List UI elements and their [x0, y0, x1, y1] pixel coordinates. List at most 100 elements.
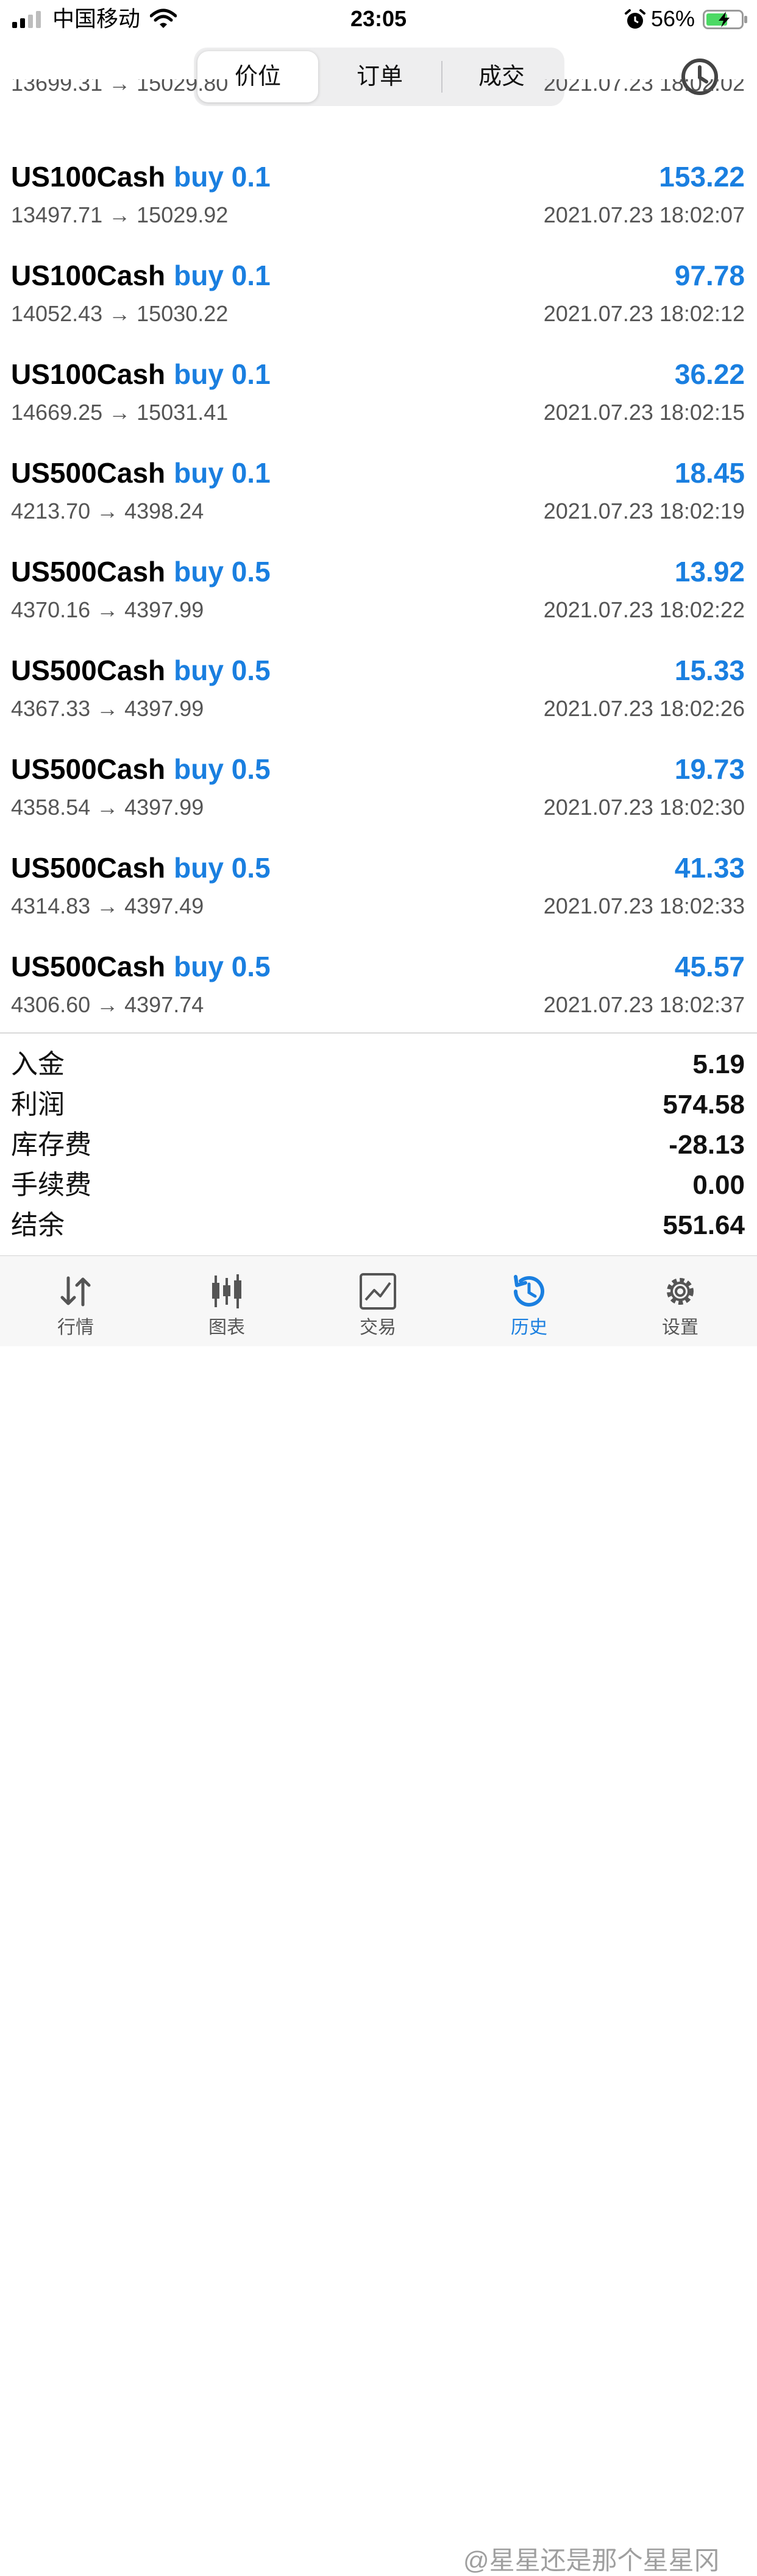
trade-profit: 45.57	[674, 951, 745, 982]
trade-title: US100Cash buy 0.1	[11, 160, 271, 194]
tab-trade[interactable]: 交易	[302, 1256, 453, 1346]
tab-label: 交易	[360, 1318, 396, 1338]
trade-action: buy 0.5	[174, 655, 271, 686]
trade-title: US500Cash buy 0.5	[11, 949, 271, 984]
trade-prices: 13699.31 → 15029.80	[11, 79, 229, 96]
trade-profit: 41.33	[674, 852, 745, 884]
status-bar: 中国移动 23:05 56%	[0, 0, 757, 38]
tab-history[interactable]: 历史	[453, 1256, 605, 1346]
trade-profit: 97.78	[674, 260, 745, 291]
trade-action: buy 0.1	[174, 260, 271, 291]
tab-label: 行情	[57, 1318, 94, 1338]
summary-row-deposit: 入金 5.19	[0, 1045, 757, 1085]
trade-symbol: US500Cash	[11, 852, 166, 884]
line-chart-icon	[360, 1273, 396, 1310]
trade-title: US500Cash buy 0.5	[11, 752, 271, 786]
tab-label: 设置	[662, 1318, 698, 1338]
trade-row[interactable]: US500Cash buy 0.5 19.73 4358.54 → 4397.99…	[0, 752, 757, 851]
list-divider	[0, 1032, 757, 1034]
trade-symbol: US100Cash	[11, 161, 166, 193]
trade-row[interactable]: US100Cash buy 0.1 36.22 14669.25 → 15031.…	[0, 357, 757, 456]
trade-prices: 4213.70 → 4398.24	[11, 499, 204, 523]
trade-title: US100Cash buy 0.1	[11, 258, 271, 293]
trade-symbol: US100Cash	[11, 260, 166, 291]
trade-time: 2021.07.23 18:02:22	[543, 597, 745, 622]
summary-row-balance: 结余 551.64	[0, 1205, 757, 1246]
trade-action: buy 0.1	[174, 161, 271, 193]
summary-row-profit: 利润 574.58	[0, 1085, 757, 1125]
trade-prices: 4370.16 → 4397.99	[11, 597, 204, 622]
history-clock-icon	[514, 1275, 544, 1307]
trade-prices: 13497.71 → 15029.92	[11, 202, 229, 227]
battery-charging-icon	[703, 10, 747, 29]
summary-label: 手续费	[11, 1170, 91, 1200]
arrows-updown-icon	[60, 1276, 91, 1307]
trade-profit: 13.92	[674, 556, 745, 587]
battery-percent: 56%	[651, 6, 695, 31]
summary-label: 库存费	[11, 1130, 91, 1160]
trade-time: 2021.07.23 18:02:26	[543, 696, 745, 721]
trade-action: buy 0.1	[174, 457, 271, 489]
summary-label: 利润	[11, 1090, 65, 1119]
trade-symbol: US500Cash	[11, 556, 166, 587]
trade-row[interactable]: US500Cash buy 0.1 18.45 4213.70 → 4398.24…	[0, 456, 757, 555]
alarm-clock-icon	[625, 9, 645, 29]
trade-title: US100Cash buy 0.1	[11, 357, 271, 391]
trade-symbol: US500Cash	[11, 457, 166, 489]
summary-row-commission: 手续费 0.00	[0, 1165, 757, 1205]
trade-time: 2021.07.23 18:02:37	[543, 992, 745, 1017]
summary-value: 551.64	[663, 1210, 745, 1240]
gear-icon	[667, 1278, 694, 1305]
candlestick-icon	[212, 1274, 241, 1308]
tab-charts[interactable]: 图表	[151, 1256, 302, 1346]
trade-time: 2021.07.23 18:02:19	[543, 499, 745, 523]
trade-symbol: US500Cash	[11, 753, 166, 785]
trade-action: buy 0.5	[174, 951, 271, 982]
trade-action: buy 0.5	[174, 753, 271, 785]
trade-prices: 14669.25 → 15031.41	[11, 400, 229, 425]
trade-row[interactable]: US500Cash buy 0.5 41.33 4314.83 → 4397.49…	[0, 851, 757, 949]
summary-row-swap: 库存费 -28.13	[0, 1125, 757, 1165]
tab-label: 历史	[511, 1318, 547, 1338]
trade-profit: 19.73	[674, 753, 745, 785]
trade-time: 2021.07.23 18:02:02	[543, 79, 745, 96]
trade-title: US500Cash buy 0.5	[11, 653, 271, 687]
trade-prices: 4314.83 → 4397.49	[11, 893, 204, 918]
trade-row-partial[interactable]: 13699.31 → 15029.80 2021.07.23 18:02:02	[0, 79, 757, 150]
watermark-text: @星星还是那个星星冈	[463, 2546, 720, 2575]
trade-action: buy 0.5	[174, 852, 271, 884]
trade-row[interactable]: US500Cash buy 0.5 45.57 4306.60 → 4397.74…	[0, 949, 757, 1033]
summary-value: 5.19	[692, 1049, 745, 1079]
trade-row[interactable]: US100Cash buy 0.1 97.78 14052.43 → 15030.…	[0, 258, 757, 357]
trade-symbol: US500Cash	[11, 951, 166, 982]
trade-prices: 4358.54 → 4397.99	[11, 795, 204, 820]
trade-symbol: US100Cash	[11, 358, 166, 390]
trade-row[interactable]: US500Cash buy 0.5 13.92 4370.16 → 4397.99…	[0, 555, 757, 653]
trade-title: US500Cash buy 0.1	[11, 456, 271, 490]
trade-title: US500Cash buy 0.5	[11, 851, 271, 885]
summary-label: 结余	[11, 1210, 65, 1240]
trade-title: US500Cash buy 0.5	[11, 555, 271, 589]
trade-history-list: 13699.31 → 15029.80 2021.07.23 18:02:02 …	[0, 79, 757, 1033]
tab-quotes[interactable]: 行情	[0, 1256, 151, 1346]
trade-prices: 4306.60 → 4397.74	[11, 992, 204, 1017]
summary-value: -28.13	[669, 1130, 745, 1160]
trade-time: 2021.07.23 18:02:12	[543, 301, 745, 326]
trade-time: 2021.07.23 18:02:30	[543, 795, 745, 820]
tab-label: 图表	[208, 1318, 245, 1338]
trade-action: buy 0.5	[174, 556, 271, 587]
trade-profit: 15.33	[674, 655, 745, 686]
trade-row[interactable]: US500Cash buy 0.5 15.33 4367.33 → 4397.99…	[0, 653, 757, 752]
trade-profit: 18.45	[674, 457, 745, 489]
trade-row[interactable]: US100Cash buy 0.1 153.22 13497.71 → 15029…	[0, 160, 757, 258]
trade-symbol: US500Cash	[11, 655, 166, 686]
trade-time: 2021.07.23 18:02:33	[543, 893, 745, 918]
bottom-tab-bar: 行情 图表 交易 历史 设置 @星星还是那个星星冈	[0, 1255, 757, 2575]
tab-settings[interactable]: 设置	[605, 1256, 756, 1346]
trade-action: buy 0.1	[174, 358, 271, 390]
summary-value: 574.58	[663, 1090, 745, 1119]
trade-prices: 14052.43 → 15030.22	[11, 301, 229, 326]
trade-time: 2021.07.23 18:02:15	[543, 400, 745, 425]
trade-profit: 153.22	[659, 161, 745, 193]
summary-value: 0.00	[692, 1170, 745, 1200]
